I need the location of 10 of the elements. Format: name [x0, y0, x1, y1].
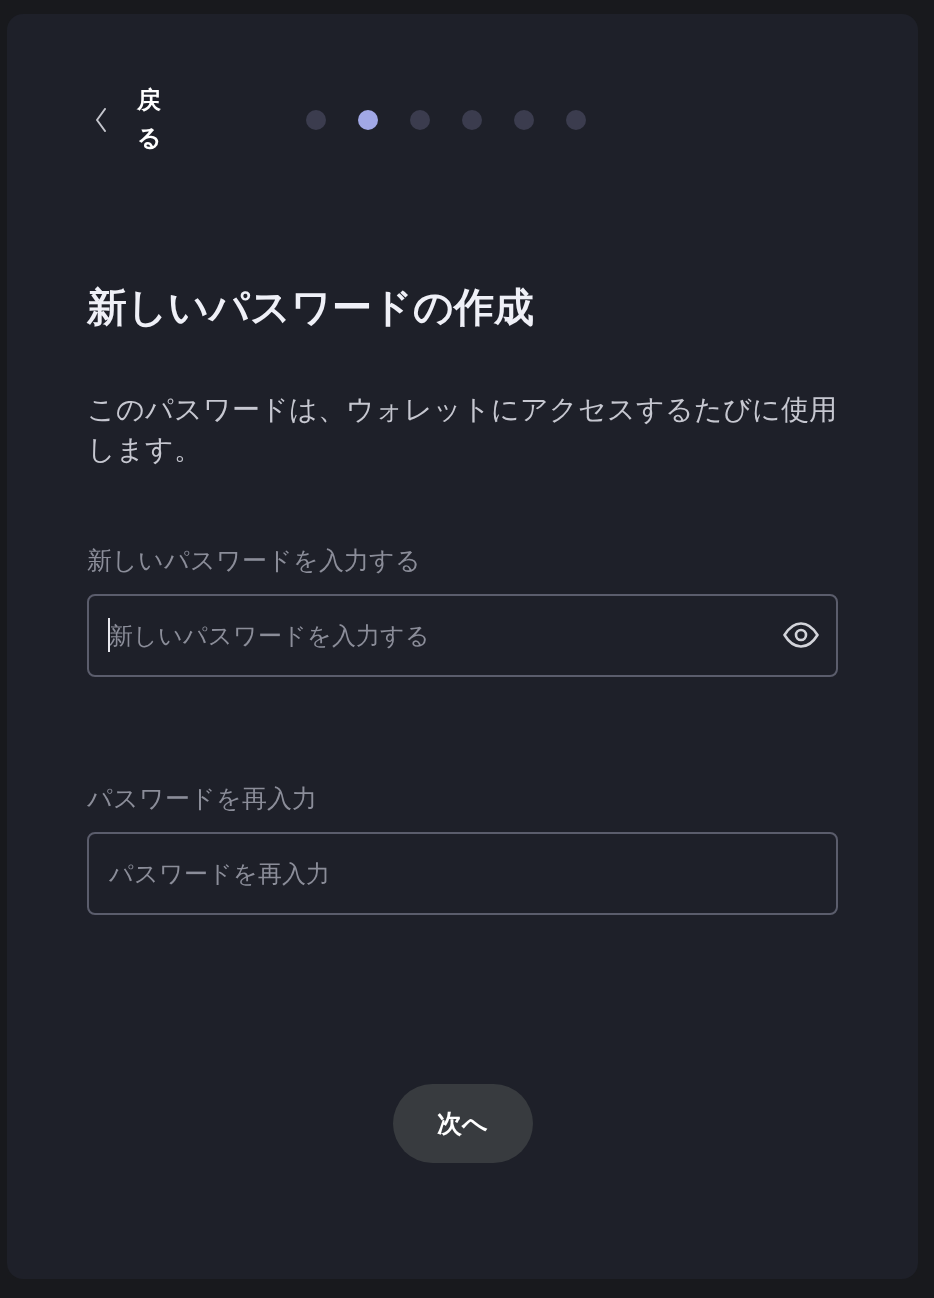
back-button[interactable]: 戻る — [87, 82, 167, 158]
description-text: このパスワードは、ウォレットにアクセスするたびに使用します。 — [87, 392, 838, 468]
field-label: パスワードを再入力 — [87, 783, 318, 815]
field-label: 新しいパスワードを入力する — [87, 545, 422, 577]
next-button[interactable]: 次へ — [392, 1084, 533, 1163]
password-field[interactable]: パスワードを再入力 — [87, 832, 838, 915]
chevron-left-icon — [95, 108, 107, 132]
eye-icon[interactable] — [783, 622, 819, 648]
password-field[interactable]: 新しいパスワードを入力する — [87, 594, 838, 677]
page-title: 新しいパスワードの作成 — [87, 283, 535, 331]
